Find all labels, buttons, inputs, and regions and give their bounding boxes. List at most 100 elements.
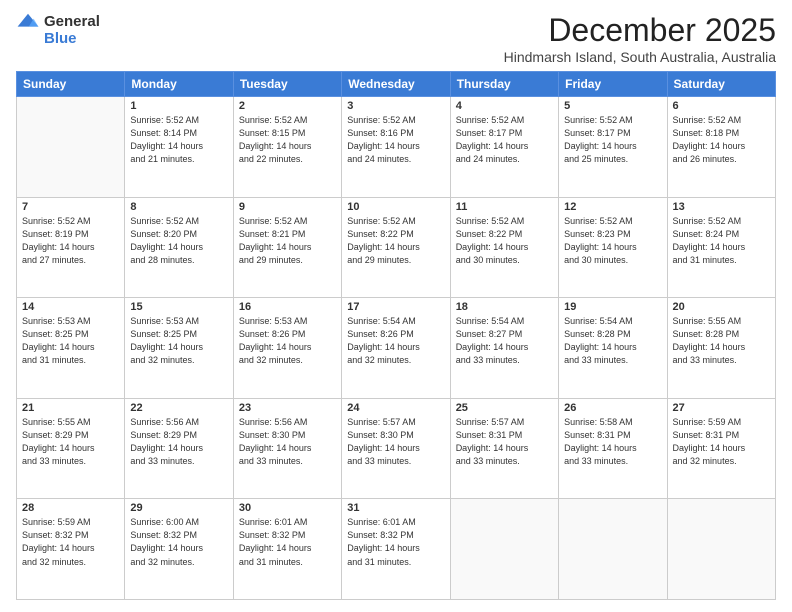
day-info: Sunrise: 5:54 AM Sunset: 8:27 PM Dayligh… bbox=[456, 315, 553, 367]
col-wednesday: Wednesday bbox=[342, 72, 450, 97]
day-info: Sunrise: 5:57 AM Sunset: 8:31 PM Dayligh… bbox=[456, 416, 553, 468]
day-number: 30 bbox=[239, 502, 336, 514]
calendar-week-row: 7Sunrise: 5:52 AM Sunset: 8:19 PM Daylig… bbox=[17, 197, 776, 298]
table-row: 14 Sunrise: 5:53 AM Sunset: 8:25 PM Dayli… bbox=[17, 298, 125, 399]
day-number: 16 bbox=[239, 301, 336, 313]
table-row bbox=[450, 499, 558, 600]
title-block: December 2025 Hindmarsh Island, South Au… bbox=[504, 12, 776, 65]
table-row: 23Sunrise: 5:56 AM Sunset: 8:30 PM Dayli… bbox=[233, 398, 341, 499]
day-info: Sunrise: 5:58 AM Sunset: 8:31 PM Dayligh… bbox=[564, 416, 661, 468]
day-number: 20 bbox=[673, 301, 770, 313]
table-row bbox=[17, 97, 125, 198]
day-number: 24 bbox=[347, 402, 444, 414]
table-row bbox=[667, 499, 775, 600]
day-number: 14 bbox=[22, 301, 119, 313]
day-info: Sunrise: 5:53 AM Sunset: 8:25 PM Dayligh… bbox=[130, 315, 227, 367]
table-row: 27Sunrise: 5:59 AM Sunset: 8:31 PM Dayli… bbox=[667, 398, 775, 499]
table-row: 20 Sunrise: 5:55 AM Sunset: 8:28 PM Dayli… bbox=[667, 298, 775, 399]
day-number: 7 bbox=[22, 201, 119, 213]
day-info: Sunrise: 6:00 AM Sunset: 8:32 PM Dayligh… bbox=[130, 516, 227, 568]
month-title: December 2025 bbox=[504, 12, 776, 49]
table-row: 13Sunrise: 5:52 AM Sunset: 8:24 PM Dayli… bbox=[667, 197, 775, 298]
table-row: 21 Sunrise: 5:55 AM Sunset: 8:29 PM Dayli… bbox=[17, 398, 125, 499]
calendar-week-row: 21 Sunrise: 5:55 AM Sunset: 8:29 PM Dayli… bbox=[17, 398, 776, 499]
col-saturday: Saturday bbox=[667, 72, 775, 97]
table-row: 9 Sunrise: 5:52 AM Sunset: 8:21 PM Daylig… bbox=[233, 197, 341, 298]
table-row: 8Sunrise: 5:52 AM Sunset: 8:20 PM Daylig… bbox=[125, 197, 233, 298]
table-row: 11 Sunrise: 5:52 AM Sunset: 8:22 PM Dayli… bbox=[450, 197, 558, 298]
calendar-week-row: 28 Sunrise: 5:59 AM Sunset: 8:32 PM Dayli… bbox=[17, 499, 776, 600]
day-number: 10 bbox=[347, 201, 444, 213]
day-number: 1 bbox=[130, 100, 227, 112]
day-info: Sunrise: 5:54 AM Sunset: 8:26 PM Dayligh… bbox=[347, 315, 444, 367]
day-info: Sunrise: 5:59 AM Sunset: 8:32 PM Dayligh… bbox=[22, 516, 119, 568]
logo-general: General bbox=[44, 13, 100, 30]
header: General Blue December 2025 Hindmarsh Isl… bbox=[16, 12, 776, 65]
col-friday: Friday bbox=[559, 72, 667, 97]
day-info: Sunrise: 5:54 AM Sunset: 8:28 PM Dayligh… bbox=[564, 315, 661, 367]
day-info: Sunrise: 5:52 AM Sunset: 8:16 PM Dayligh… bbox=[347, 114, 444, 166]
table-row: 10 Sunrise: 5:52 AM Sunset: 8:22 PM Dayli… bbox=[342, 197, 450, 298]
day-number: 28 bbox=[22, 502, 119, 514]
table-row bbox=[559, 499, 667, 600]
day-number: 5 bbox=[564, 100, 661, 112]
day-info: Sunrise: 6:01 AM Sunset: 8:32 PM Dayligh… bbox=[347, 516, 444, 568]
day-number: 9 bbox=[239, 201, 336, 213]
table-row: 24 Sunrise: 5:57 AM Sunset: 8:30 PM Dayli… bbox=[342, 398, 450, 499]
table-row: 15 Sunrise: 5:53 AM Sunset: 8:25 PM Dayli… bbox=[125, 298, 233, 399]
logo-blue: Blue bbox=[44, 30, 77, 47]
day-info: Sunrise: 6:01 AM Sunset: 8:32 PM Dayligh… bbox=[239, 516, 336, 568]
table-row: 1 Sunrise: 5:52 AM Sunset: 8:14 PM Daylig… bbox=[125, 97, 233, 198]
calendar-week-row: 14 Sunrise: 5:53 AM Sunset: 8:25 PM Dayli… bbox=[17, 298, 776, 399]
day-info: Sunrise: 5:55 AM Sunset: 8:28 PM Dayligh… bbox=[673, 315, 770, 367]
day-number: 21 bbox=[22, 402, 119, 414]
day-info: Sunrise: 5:56 AM Sunset: 8:29 PM Dayligh… bbox=[130, 416, 227, 468]
day-number: 23 bbox=[239, 402, 336, 414]
calendar-header-row: Sunday Monday Tuesday Wednesday Thursday… bbox=[17, 72, 776, 97]
day-number: 22 bbox=[130, 402, 227, 414]
day-info: Sunrise: 5:52 AM Sunset: 8:22 PM Dayligh… bbox=[347, 215, 444, 267]
table-row: 22 Sunrise: 5:56 AM Sunset: 8:29 PM Dayli… bbox=[125, 398, 233, 499]
table-row: 18 Sunrise: 5:54 AM Sunset: 8:27 PM Dayli… bbox=[450, 298, 558, 399]
col-monday: Monday bbox=[125, 72, 233, 97]
day-info: Sunrise: 5:52 AM Sunset: 8:24 PM Dayligh… bbox=[673, 215, 770, 267]
table-row: 5 Sunrise: 5:52 AM Sunset: 8:17 PM Daylig… bbox=[559, 97, 667, 198]
day-info: Sunrise: 5:55 AM Sunset: 8:29 PM Dayligh… bbox=[22, 416, 119, 468]
day-number: 8 bbox=[130, 201, 227, 213]
day-number: 2 bbox=[239, 100, 336, 112]
table-row: 25Sunrise: 5:57 AM Sunset: 8:31 PM Dayli… bbox=[450, 398, 558, 499]
table-row: 19 Sunrise: 5:54 AM Sunset: 8:28 PM Dayli… bbox=[559, 298, 667, 399]
day-info: Sunrise: 5:52 AM Sunset: 8:22 PM Dayligh… bbox=[456, 215, 553, 267]
day-info: Sunrise: 5:52 AM Sunset: 8:18 PM Dayligh… bbox=[673, 114, 770, 166]
col-tuesday: Tuesday bbox=[233, 72, 341, 97]
day-info: Sunrise: 5:52 AM Sunset: 8:21 PM Dayligh… bbox=[239, 215, 336, 267]
day-info: Sunrise: 5:52 AM Sunset: 8:23 PM Dayligh… bbox=[564, 215, 661, 267]
day-info: Sunrise: 5:52 AM Sunset: 8:14 PM Dayligh… bbox=[130, 114, 227, 166]
day-number: 17 bbox=[347, 301, 444, 313]
day-info: Sunrise: 5:52 AM Sunset: 8:15 PM Dayligh… bbox=[239, 114, 336, 166]
table-row: 28 Sunrise: 5:59 AM Sunset: 8:32 PM Dayli… bbox=[17, 499, 125, 600]
table-row: 3 Sunrise: 5:52 AM Sunset: 8:16 PM Daylig… bbox=[342, 97, 450, 198]
table-row: 29Sunrise: 6:00 AM Sunset: 8:32 PM Dayli… bbox=[125, 499, 233, 600]
day-info: Sunrise: 5:57 AM Sunset: 8:30 PM Dayligh… bbox=[347, 416, 444, 468]
day-number: 6 bbox=[673, 100, 770, 112]
day-number: 15 bbox=[130, 301, 227, 313]
logo-icon bbox=[16, 12, 40, 30]
day-number: 3 bbox=[347, 100, 444, 112]
day-number: 18 bbox=[456, 301, 553, 313]
table-row: 31Sunrise: 6:01 AM Sunset: 8:32 PM Dayli… bbox=[342, 499, 450, 600]
day-number: 11 bbox=[456, 201, 553, 213]
day-number: 19 bbox=[564, 301, 661, 313]
day-info: Sunrise: 5:52 AM Sunset: 8:17 PM Dayligh… bbox=[564, 114, 661, 166]
logo: General Blue bbox=[16, 12, 100, 47]
day-info: Sunrise: 5:53 AM Sunset: 8:25 PM Dayligh… bbox=[22, 315, 119, 367]
table-row: 16Sunrise: 5:53 AM Sunset: 8:26 PM Dayli… bbox=[233, 298, 341, 399]
table-row: 30 Sunrise: 6:01 AM Sunset: 8:32 PM Dayli… bbox=[233, 499, 341, 600]
day-number: 12 bbox=[564, 201, 661, 213]
day-number: 27 bbox=[673, 402, 770, 414]
calendar-body: 1 Sunrise: 5:52 AM Sunset: 8:14 PM Daylig… bbox=[17, 97, 776, 600]
table-row: 17 Sunrise: 5:54 AM Sunset: 8:26 PM Dayli… bbox=[342, 298, 450, 399]
table-row: 2 Sunrise: 5:52 AM Sunset: 8:15 PM Daylig… bbox=[233, 97, 341, 198]
table-row: 6 Sunrise: 5:52 AM Sunset: 8:18 PM Daylig… bbox=[667, 97, 775, 198]
page: General Blue December 2025 Hindmarsh Isl… bbox=[0, 0, 792, 612]
